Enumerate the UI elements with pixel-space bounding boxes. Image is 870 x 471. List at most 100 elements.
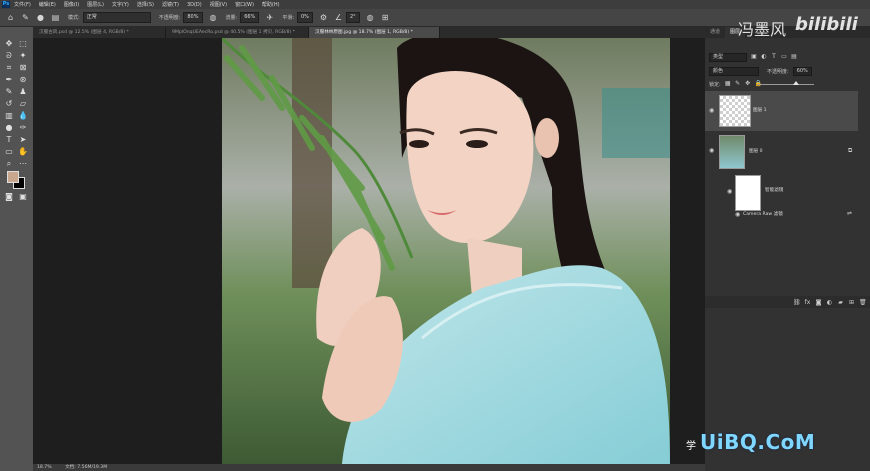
tab-document-2[interactable]: 9MpIOnqUEAecRo.psd @ 40.5% (图层 1 拷贝, RGB… bbox=[166, 27, 309, 38]
visibility-eye-icon[interactable]: ◉ bbox=[709, 148, 715, 154]
smart-object-icon: ⧉ bbox=[848, 147, 853, 154]
status-bar: 18.7% 文档: 7.56M/19.3M bbox=[33, 464, 705, 471]
lock-pixels-icon[interactable]: ✎ bbox=[735, 81, 741, 87]
pressure-size-icon[interactable]: ◍ bbox=[366, 13, 375, 22]
tools-panel: ✥ ⬚ ᘐ ✦ ⌗ ⊠ ✒ ⊛ ✎ ♟ ↺ ▱ ▥ 💧 ● ✑ T ➤ ▭ ✋ … bbox=[0, 27, 34, 471]
visibility-eye-icon[interactable]: ◉ bbox=[709, 108, 715, 114]
brush-settings-icon[interactable]: ▤ bbox=[51, 13, 60, 22]
more-tools-icon[interactable]: ⋯ bbox=[17, 159, 29, 169]
lock-position-icon[interactable]: ✥ bbox=[745, 81, 751, 87]
canvas-photo[interactable] bbox=[222, 38, 670, 464]
blur-tool-icon[interactable]: 💧 bbox=[17, 111, 29, 121]
uibq-watermark: UiBQ.CoM bbox=[700, 430, 816, 454]
menu-layer[interactable]: 图层(L) bbox=[87, 1, 104, 8]
menu-window[interactable]: 窗口(W) bbox=[235, 1, 254, 8]
zoom-tool-icon[interactable]: ⌕ bbox=[3, 159, 15, 169]
dodge-tool-icon[interactable]: ● bbox=[3, 123, 15, 133]
magic-wand-tool-icon[interactable]: ✦ bbox=[17, 51, 29, 61]
symmetry-icon[interactable]: ⊞ bbox=[381, 13, 390, 22]
layer-name: 图层 1 bbox=[753, 108, 767, 113]
smoothing-settings-icon[interactable]: ⚙ bbox=[319, 13, 328, 22]
lock-transparent-icon[interactable]: ▦ bbox=[725, 81, 731, 87]
layer-opacity-input[interactable]: 60% bbox=[792, 66, 812, 76]
menu-3d[interactable]: 3D(D) bbox=[187, 2, 202, 8]
screen-mode-icon[interactable]: ▣ bbox=[17, 192, 29, 202]
marquee-tool-icon[interactable]: ⬚ bbox=[17, 39, 29, 49]
opacity-input[interactable]: 80% bbox=[183, 12, 203, 23]
layer-name: 图层 0 bbox=[749, 149, 763, 154]
menu-view[interactable]: 视图(V) bbox=[210, 1, 227, 8]
tab-channels[interactable]: 通道 bbox=[705, 27, 725, 38]
history-brush-icon[interactable]: ↺ bbox=[3, 99, 15, 109]
path-select-tool-icon[interactable]: ➤ bbox=[17, 135, 29, 145]
document-info[interactable]: 文档: 7.56M/19.3M bbox=[65, 465, 107, 470]
brush-tool-icon[interactable]: ✎ bbox=[3, 87, 15, 97]
layer-filter-row: 类型 ▣ ◐ T ▭ ▤ bbox=[705, 52, 870, 62]
new-group-icon[interactable]: ▰ bbox=[837, 299, 844, 306]
eyedropper-tool-icon[interactable]: ✒ bbox=[3, 75, 15, 85]
menu-edit[interactable]: 编辑(E) bbox=[39, 1, 56, 8]
patch-tool-icon[interactable]: ⊛ bbox=[17, 75, 29, 85]
home-icon[interactable]: ⌂ bbox=[6, 13, 15, 22]
layer-row-0[interactable]: ◉ 图层 0 ⧉ bbox=[705, 133, 858, 171]
smoothing-input[interactable]: 0% bbox=[297, 12, 313, 23]
bilibili-watermark: bilibili bbox=[795, 14, 858, 35]
filter-smart-icon[interactable]: ▤ bbox=[791, 54, 797, 60]
angle-input[interactable]: 2° bbox=[345, 12, 360, 23]
layer-style-icon[interactable]: fx bbox=[804, 299, 811, 306]
tab-document-1[interactable]: 汉服古风.psd @ 12.5% (图层 4, RGB/8) * bbox=[33, 27, 166, 38]
mode-select[interactable]: 正常 bbox=[82, 12, 151, 23]
layer-thumbnail bbox=[719, 95, 751, 127]
visibility-eye-icon[interactable]: ◉ bbox=[735, 212, 741, 218]
photoshop-logo: Ps bbox=[2, 1, 10, 8]
opacity-slider-track[interactable] bbox=[757, 84, 814, 85]
pen-tool-icon[interactable]: ✑ bbox=[17, 123, 29, 133]
layers-panel-footer: ⛓ fx ◙ ◐ ▰ ⊞ 🗑 bbox=[705, 296, 870, 308]
filter-shape-icon[interactable]: ▭ bbox=[781, 54, 787, 60]
menu-image[interactable]: 图像(I) bbox=[64, 1, 79, 8]
blend-mode-select[interactable]: 颜色 bbox=[709, 66, 759, 76]
shape-tool-icon[interactable]: ▭ bbox=[3, 147, 15, 157]
filter-pixel-icon[interactable]: ▣ bbox=[751, 54, 757, 60]
brush-preset-icon[interactable]: ● bbox=[36, 13, 45, 22]
eraser-tool-icon[interactable]: ▱ bbox=[17, 99, 29, 109]
type-tool-icon[interactable]: T bbox=[3, 135, 15, 145]
foreground-color-swatch[interactable] bbox=[7, 171, 19, 183]
filter-type-icon[interactable]: T bbox=[771, 54, 777, 60]
airbrush-icon[interactable]: ✈ bbox=[265, 13, 274, 22]
brush-icon[interactable]: ✎ bbox=[21, 13, 30, 22]
menu-filter[interactable]: 滤镜(T) bbox=[162, 1, 179, 8]
visibility-eye-icon[interactable]: ◉ bbox=[727, 189, 733, 195]
smart-filters-row[interactable]: ◉ 智能滤镜 bbox=[705, 173, 858, 213]
opacity-slider-knob[interactable] bbox=[793, 81, 799, 85]
adjustment-layer-icon[interactable]: ◐ bbox=[826, 299, 833, 306]
crop-tool-icon[interactable]: ⌗ bbox=[3, 63, 15, 73]
camera-raw-filter-row[interactable]: ◉ Camera Raw 滤镜 ⇌ bbox=[705, 210, 858, 218]
filter-options-icon[interactable]: ⇌ bbox=[847, 210, 852, 217]
layer-opacity-label: 不透明度: bbox=[767, 68, 789, 75]
filter-adjustment-icon[interactable]: ◐ bbox=[761, 54, 767, 60]
tab-document-3[interactable]: 汉服林林原图.jpg @ 18.7% (图层 1, RGB/8) * bbox=[309, 27, 440, 38]
layer-kind-select[interactable]: 类型 bbox=[709, 52, 747, 62]
menu-select[interactable]: 选择(S) bbox=[137, 1, 154, 8]
flow-input[interactable]: 66% bbox=[240, 12, 260, 23]
menu-help[interactable]: 帮助(H) bbox=[262, 1, 280, 8]
new-layer-icon[interactable]: ⊞ bbox=[848, 299, 855, 306]
menu-type[interactable]: 文字(Y) bbox=[112, 1, 129, 8]
hand-tool-icon[interactable]: ✋ bbox=[17, 147, 29, 157]
add-mask-icon[interactable]: ◙ bbox=[815, 299, 822, 306]
quick-mask-icon[interactable]: ◙ bbox=[3, 192, 15, 202]
lasso-tool-icon[interactable]: ᘐ bbox=[3, 51, 15, 61]
author-watermark: 冯墨风 bbox=[738, 20, 787, 39]
layer-row-1[interactable]: ◉ 图层 1 bbox=[705, 91, 858, 131]
stamp-tool-icon[interactable]: ♟ bbox=[17, 87, 29, 97]
zoom-level[interactable]: 18.7% bbox=[37, 465, 52, 470]
delete-layer-icon[interactable]: 🗑 bbox=[859, 299, 867, 306]
frame-tool-icon[interactable]: ⊠ bbox=[17, 63, 29, 73]
move-tool-icon[interactable]: ✥ bbox=[3, 39, 15, 49]
link-layers-icon[interactable]: ⛓ bbox=[793, 299, 801, 306]
gradient-tool-icon[interactable]: ▥ bbox=[3, 111, 15, 121]
blend-row: 颜色 不透明度: 60% bbox=[705, 66, 870, 76]
pressure-opacity-icon[interactable]: ◍ bbox=[209, 13, 218, 22]
menu-file[interactable]: 文件(F) bbox=[14, 1, 31, 8]
